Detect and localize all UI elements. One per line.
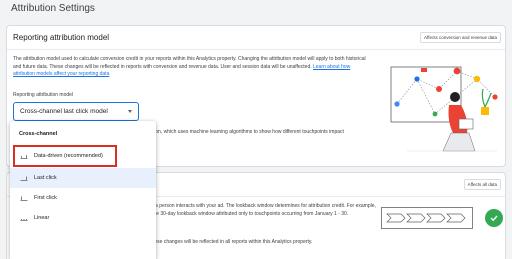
network-line bbox=[396, 70, 496, 105]
menu-item-label: Linear bbox=[34, 215, 50, 221]
last-click-icon bbox=[20, 176, 28, 181]
menu-item-last-click[interactable]: Last click bbox=[10, 168, 156, 188]
person-head bbox=[450, 92, 460, 102]
card-header: Reporting attribution model Affects conv… bbox=[7, 26, 505, 50]
field-label: Reporting attribution model bbox=[13, 92, 74, 98]
node-red bbox=[453, 67, 461, 75]
timeline-frame bbox=[381, 207, 473, 229]
first-click-icon bbox=[20, 196, 28, 201]
menu-item-first-click[interactable]: First click bbox=[10, 188, 156, 208]
node-yellow bbox=[473, 75, 481, 83]
linear-icon bbox=[20, 219, 28, 221]
menu-item-linear[interactable]: Linear bbox=[10, 208, 156, 228]
model-help-text: ation, which uses machine learning algor… bbox=[150, 129, 344, 135]
menu-item-label: First click bbox=[34, 195, 57, 201]
caret-down-icon bbox=[128, 110, 132, 113]
card-title: Reporting attribution model bbox=[13, 33, 110, 42]
affects-badge: Affects conversion and revenue data bbox=[420, 32, 501, 43]
node-blue bbox=[394, 101, 400, 107]
network-line bbox=[416, 78, 478, 115]
check-circle-icon bbox=[485, 209, 503, 227]
person-legs bbox=[442, 132, 476, 152]
red-highlight-box bbox=[13, 145, 117, 167]
attribution-model-menu: Cross-channel Data-driven (recommended) … bbox=[10, 121, 156, 259]
node-blue bbox=[414, 76, 420, 82]
lookback-description: r a person interacts with your ad. The l… bbox=[152, 203, 376, 217]
page-title: Attribution Settings bbox=[11, 3, 95, 14]
menu-item-label: Last click bbox=[34, 175, 57, 181]
node-green bbox=[432, 111, 438, 117]
attribution-illustration bbox=[390, 66, 498, 152]
node-red bbox=[492, 94, 498, 100]
plant-pot bbox=[481, 107, 489, 115]
node-red bbox=[436, 86, 442, 92]
video-icon bbox=[421, 68, 427, 72]
laptop bbox=[458, 118, 474, 130]
attribution-model-select[interactable]: Cross-channel last click model bbox=[13, 102, 139, 121]
menu-section-label: Cross-channel bbox=[19, 131, 58, 137]
timeline-illustration bbox=[381, 207, 473, 229]
affects-badge: Affects all data bbox=[463, 179, 501, 190]
card-description: The attribution model used to calculate … bbox=[13, 56, 371, 79]
select-value: Cross-channel last click model bbox=[20, 108, 108, 115]
